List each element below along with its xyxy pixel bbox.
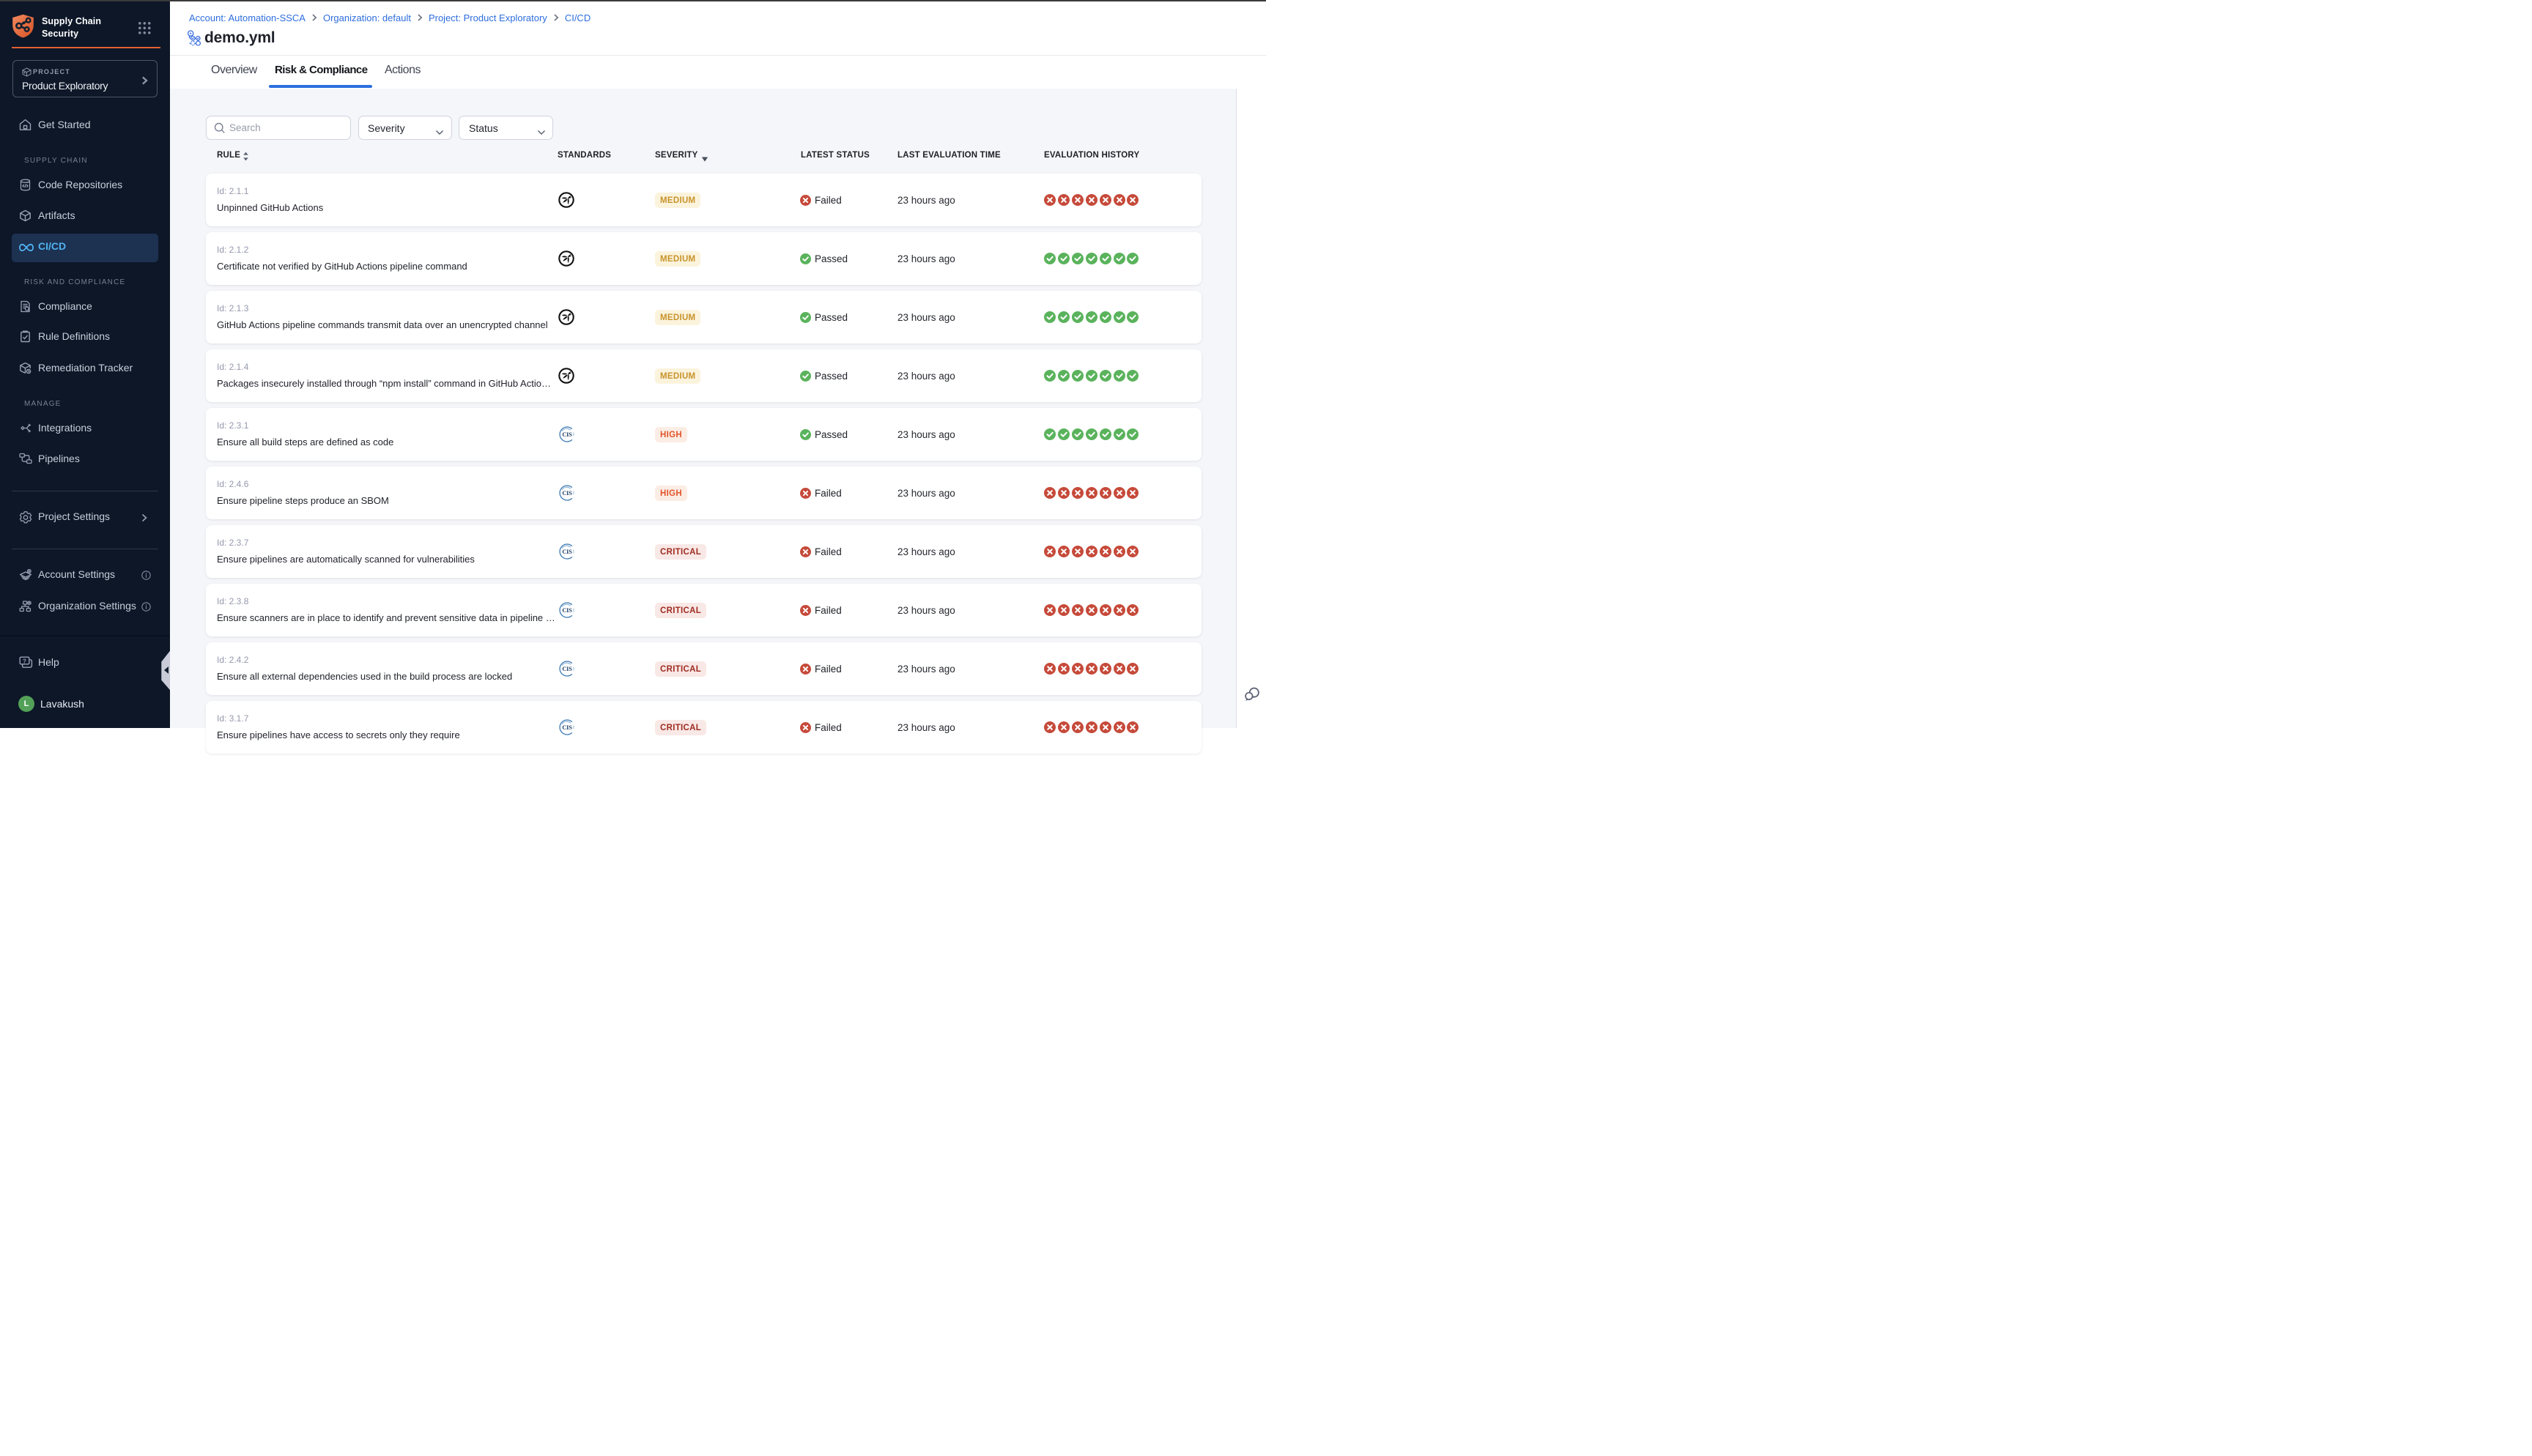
svg-text:CIS: CIS [562, 431, 572, 438]
svg-text:CIS: CIS [562, 666, 572, 672]
svg-text:CIS: CIS [562, 607, 572, 614]
svg-text:?: ? [23, 658, 26, 665]
svg-text:CIS: CIS [562, 724, 572, 731]
svg-text:CIS: CIS [562, 490, 572, 497]
svg-text:CIS: CIS [562, 549, 572, 555]
